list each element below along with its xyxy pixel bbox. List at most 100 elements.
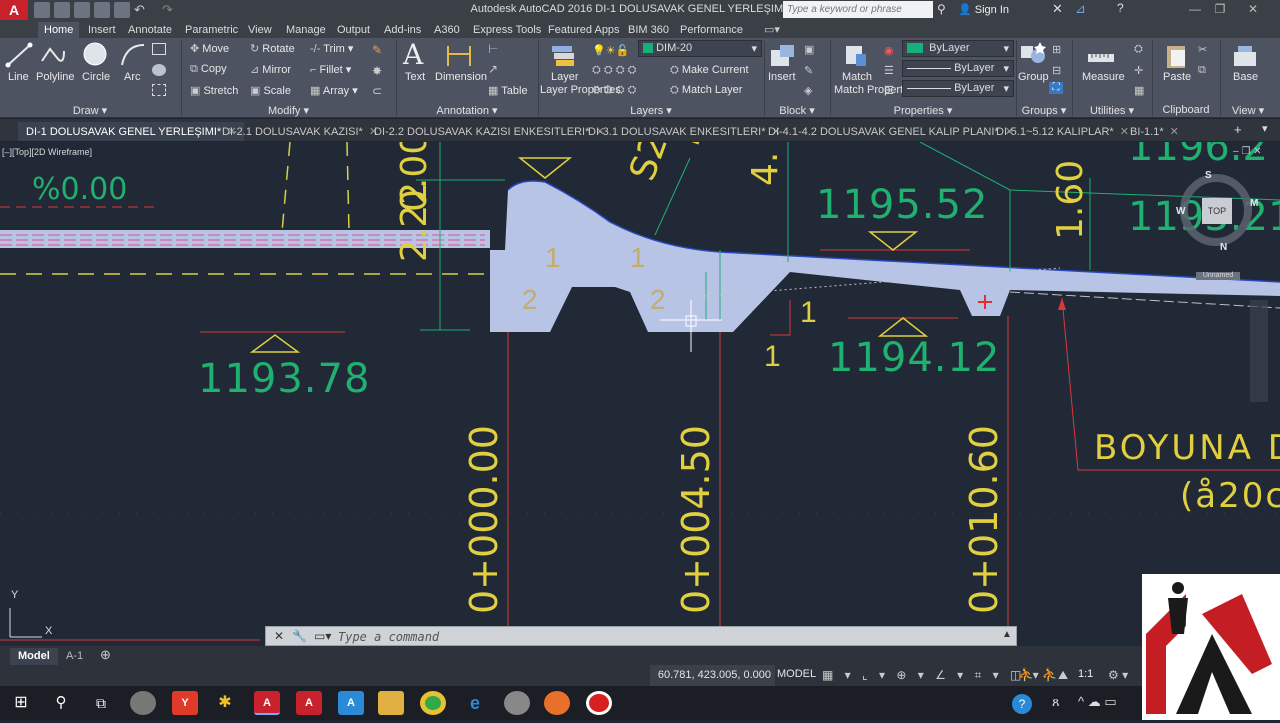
color-dropdown[interactable]: ByLayer ▾	[902, 40, 1014, 57]
tab-output[interactable]: Output	[331, 22, 376, 38]
dimension-button[interactable]: Dimension	[435, 71, 487, 83]
tab-model[interactable]: Model	[10, 648, 58, 665]
a360-icon[interactable]: ⊿	[1075, 1, 1086, 17]
system-tray-icons[interactable]: ^ ☁ ▭	[1078, 694, 1117, 710]
quick-select-icon[interactable]: ⛭	[1134, 43, 1148, 55]
tab-annotate[interactable]: Annotate	[122, 22, 178, 38]
wrench-icon[interactable]: 🔧	[292, 629, 307, 643]
viewcube-m[interactable]: M	[1250, 198, 1258, 209]
measure-icon[interactable]	[1086, 44, 1116, 72]
calculator-icon[interactable]: ▦	[1134, 84, 1148, 97]
app-icon-a-blue[interactable]: A	[338, 691, 364, 715]
group-button[interactable]: Group	[1018, 71, 1049, 83]
doc-tab[interactable]: DI-4.1-4.2 DOLUSAVAK GENEL KALIP PLANI* ✕	[760, 122, 1022, 141]
tab-featured-apps[interactable]: Featured Apps	[542, 22, 626, 38]
view-panel-title[interactable]: View ▾	[1220, 104, 1276, 117]
group-select-icon[interactable]: ⛶	[1049, 82, 1063, 94]
layer-dropdown[interactable]: DIM-20 ▾	[638, 40, 762, 57]
viewport-controls-label[interactable]: [–][Top][2D Wireframe]	[2, 147, 92, 157]
doc-tab[interactable]: DI-2.1 DOLUSAVAK KAZISI* ✕	[214, 122, 386, 141]
annotation-scale[interactable]: 1:1	[1078, 668, 1093, 680]
text-button[interactable]: Text	[405, 71, 425, 83]
edit-block-icon[interactable]: ✎	[804, 64, 818, 77]
annotation-toggles[interactable]: ⛹ ⛹	[1018, 667, 1060, 683]
search-icon[interactable]: ⚲	[48, 691, 74, 715]
coordinates-readout[interactable]: 60.781, 423.005, 0.000	[650, 665, 775, 687]
restore-icon[interactable]: ❐	[1205, 2, 1235, 18]
layers-panel-title[interactable]: Layers ▾	[538, 104, 764, 117]
task-view-icon[interactable]: ⧉	[88, 691, 114, 715]
dimension-icon[interactable]	[444, 42, 474, 70]
arc-icon[interactable]	[118, 41, 148, 69]
group-edit-icon[interactable]: ⊟	[1052, 64, 1066, 77]
array-button[interactable]: ▦ Array ▾	[310, 84, 358, 97]
base-button[interactable]: Base	[1233, 71, 1258, 83]
workspace-gear-icon[interactable]: ⚙ ▾	[1108, 668, 1128, 682]
file-explorer-icon[interactable]	[378, 691, 404, 715]
modify-panel-title[interactable]: Modify ▾	[181, 104, 396, 117]
viewcube-s[interactable]: S	[1205, 170, 1212, 181]
paste-icon[interactable]	[1162, 42, 1192, 70]
close-icon[interactable]: ✕	[274, 629, 284, 643]
measure-button[interactable]: Measure	[1082, 71, 1125, 83]
firefox-icon[interactable]	[544, 691, 570, 715]
people-icon[interactable]: ጸ	[1052, 694, 1060, 710]
draw-panel-title[interactable]: Draw ▾	[0, 104, 180, 117]
viewcube-n[interactable]: N	[1220, 242, 1227, 253]
tab-performance[interactable]: Performance	[674, 22, 749, 38]
add-layout-icon[interactable]: ⊕	[100, 647, 111, 663]
hatch-icon[interactable]	[152, 64, 166, 76]
search-input[interactable]: Type a keyword or phrase	[783, 1, 933, 18]
move-button[interactable]: ✥ Move	[190, 42, 229, 55]
color-wheel-icon[interactable]: ◉	[884, 44, 894, 57]
line-button[interactable]: Line	[8, 71, 29, 83]
match-layer-button[interactable]: ⛭ Match Layer	[670, 84, 742, 97]
doc-tab-active[interactable]: DI-1 DOLUSAVAK GENEL YERLEŞIMI* ✕	[18, 122, 245, 141]
arc-button[interactable]: Arc	[124, 71, 141, 83]
polyline-button[interactable]: Polyline	[36, 71, 75, 83]
tab-bim360[interactable]: BIM 360	[622, 22, 675, 38]
close-tab-icon[interactable]: ✕	[1170, 126, 1179, 138]
viewcube-w[interactable]: W	[1176, 206, 1185, 217]
tab-express-tools[interactable]: Express Tools	[467, 22, 547, 38]
command-line[interactable]: ✕ 🔧 ▭▾ Type a command ▲	[265, 626, 1017, 646]
viewport-window-controls[interactable]: – ❐ ✕	[1233, 146, 1261, 157]
tab-a360[interactable]: A360	[428, 22, 466, 38]
exchange-icon[interactable]: ✕	[1052, 1, 1063, 17]
boundary-icon[interactable]	[152, 84, 166, 96]
model-space-button[interactable]: MODEL	[777, 668, 816, 680]
rotate-button[interactable]: ↻ Rotate	[250, 42, 295, 55]
fillet-button[interactable]: ⌐ Fillet ▾	[310, 63, 351, 76]
yandex-icon[interactable]: Y	[172, 691, 198, 715]
paste-button[interactable]: Paste	[1163, 71, 1191, 83]
tab-add-ins[interactable]: Add-ins	[378, 22, 427, 38]
doc-tab[interactable]: BI-1.1* ✕	[1122, 122, 1187, 141]
properties-panel-title[interactable]: Properties ▾	[830, 104, 1016, 117]
command-history-icon[interactable]: ▭▾	[314, 629, 331, 643]
tab-home[interactable]: Home	[38, 22, 80, 38]
point-style-icon[interactable]: ✛	[1134, 64, 1148, 77]
app-icon-2[interactable]	[504, 691, 530, 715]
layer-tools-icon[interactable]: ⛭ ⛭ ⛭ ⛭	[592, 64, 636, 77]
record-icon[interactable]	[586, 691, 612, 715]
cut-icon[interactable]: ✂	[1198, 43, 1212, 56]
linear-dim-icon[interactable]: ⊢	[488, 42, 502, 56]
status-toggles[interactable]: ▦ ▾ ⌞ ▾ ⊕ ▾ ∠ ▾ ⌗ ▾ ◫ ▾	[822, 668, 1043, 683]
mirror-button[interactable]: ⊿ Mirror	[250, 63, 291, 76]
ribbon-options-icon[interactable]: ▭▾	[764, 23, 780, 36]
make-current-button[interactable]: ⛭ Make Current	[670, 64, 749, 77]
groups-panel-title[interactable]: Groups ▾	[1016, 104, 1072, 117]
help-taskbar-icon[interactable]: ?	[1012, 694, 1032, 714]
create-block-icon[interactable]: ▣	[804, 43, 818, 56]
tab-layout-a1[interactable]: A-1	[58, 648, 91, 665]
erase-icon[interactable]: ✎	[372, 43, 386, 57]
match-properties-label-1[interactable]: Match	[842, 71, 872, 83]
rectangle-icon[interactable]	[152, 43, 166, 55]
lineweight-dropdown[interactable]: ByLayer ▾	[902, 80, 1014, 97]
explode-icon[interactable]: ✸	[372, 64, 386, 78]
scale-button[interactable]: ▣ Scale	[250, 84, 291, 97]
doc-tab[interactable]: DI-3.1 DOLUSAVAK ENKESITLERI* ✕	[580, 122, 789, 141]
help-icon[interactable]: ?	[1117, 1, 1124, 15]
stretch-button[interactable]: ▣ Stretch	[190, 84, 238, 97]
tab-menu-icon[interactable]: ▾	[1262, 122, 1268, 135]
